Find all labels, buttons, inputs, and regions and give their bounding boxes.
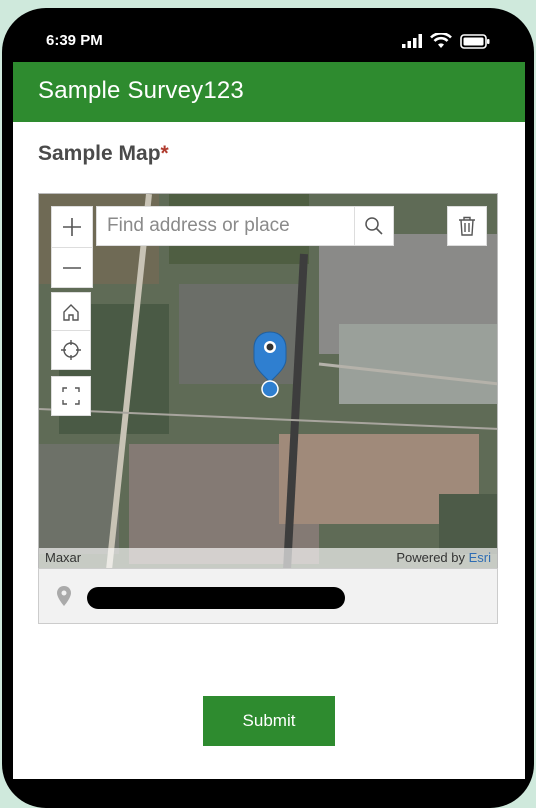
plus-icon [63, 218, 81, 236]
submit-button[interactable]: Submit [203, 696, 335, 746]
crosshair-icon [61, 340, 81, 360]
app-screen: Sample Survey123 Sample Map* Find addres… [13, 62, 525, 779]
status-bar: 6:39 PM [0, 0, 536, 62]
battery-icon [460, 33, 490, 49]
search-button[interactable] [354, 207, 393, 245]
attribution-source: Maxar [45, 550, 82, 565]
map-pin-icon [253, 331, 287, 398]
fullscreen-button[interactable] [51, 376, 91, 416]
home-button[interactable] [51, 292, 91, 332]
required-marker: * [160, 142, 169, 165]
zoom-controls [51, 206, 93, 288]
fullscreen-icon [62, 387, 80, 405]
search-icon [365, 217, 383, 235]
attribution-powered-by: Powered by Esri [396, 550, 491, 565]
home-icon [63, 304, 79, 321]
signal-icon [402, 34, 422, 48]
location-pin-icon [57, 586, 71, 606]
wifi-icon [430, 33, 452, 48]
locate-button[interactable] [51, 330, 91, 370]
trash-icon [459, 216, 475, 236]
minus-icon [63, 266, 81, 269]
zoom-in-button[interactable] [52, 207, 92, 247]
status-time: 6:39 PM [46, 32, 103, 49]
redacted-location-text [87, 587, 345, 609]
question-label: Sample Map* [38, 142, 169, 166]
status-icons [402, 33, 490, 49]
esri-link[interactable]: Esri [469, 550, 491, 565]
map-view[interactable]: Maxar Powered by Esri [38, 193, 498, 569]
search-input[interactable] [97, 207, 354, 245]
map-attribution: Maxar Powered by Esri [39, 548, 497, 568]
question-label-text: Sample Map [38, 142, 161, 165]
app-title: Sample Survey123 [38, 77, 244, 104]
location-display [38, 568, 498, 624]
map-search [96, 206, 394, 246]
clear-location-button[interactable] [447, 206, 487, 246]
attribution-powered-text: Powered by [396, 550, 469, 565]
zoom-out-button[interactable] [52, 247, 92, 287]
app-header: Sample Survey123 [13, 62, 525, 122]
